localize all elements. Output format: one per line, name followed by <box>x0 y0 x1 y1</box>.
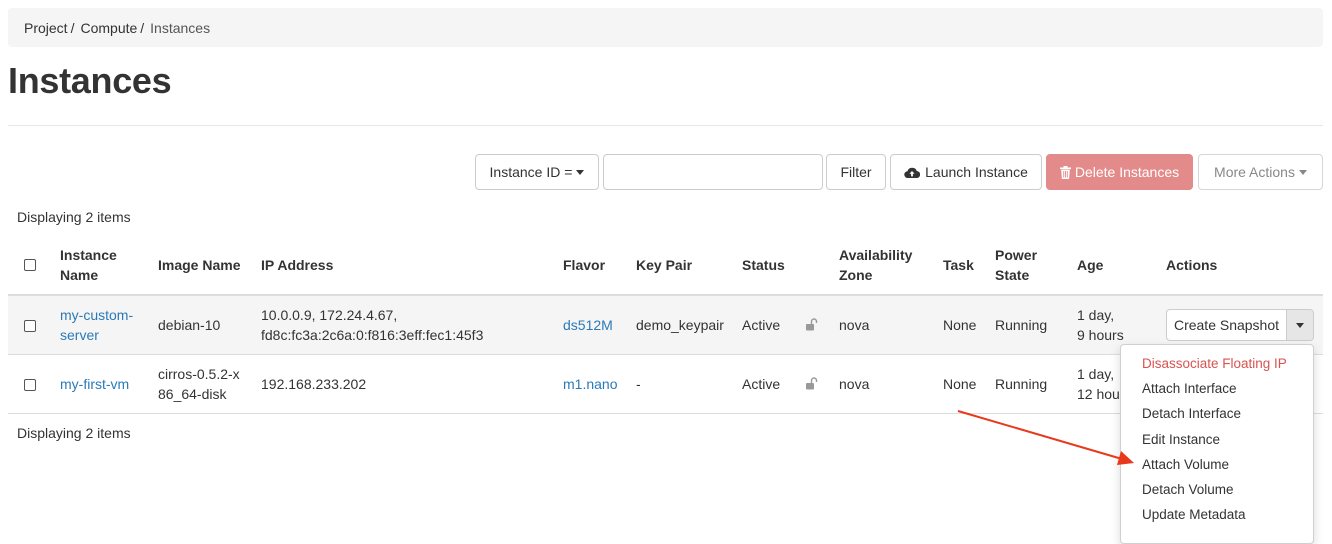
menu-item-attach-interface[interactable]: Attach Interface <box>1121 376 1313 401</box>
ip-text: fd8c:fc3a:2c6a:0:f816:3eff:fec1:45f3 <box>261 327 484 343</box>
header-actions: Actions <box>1166 257 1218 273</box>
filter-search-input[interactable] <box>603 154 823 190</box>
display-count-top: Displaying 2 items <box>17 209 131 225</box>
page-title: Instances <box>8 60 172 101</box>
header-text: State <box>995 267 1030 283</box>
status-cell: Active <box>742 376 781 392</box>
more-actions-button[interactable]: More Actions <box>1198 154 1323 190</box>
header-instance-name[interactable]: Instance Name <box>60 245 117 285</box>
trash-icon <box>1059 165 1071 179</box>
filter-field-label: Instance ID = <box>489 164 573 180</box>
image-name-cell: debian-10 <box>158 317 221 333</box>
row-actions-dropdown-toggle[interactable] <box>1287 310 1313 340</box>
flavor-link[interactable]: ds512M <box>563 315 613 335</box>
row-checkbox[interactable] <box>24 379 36 391</box>
age-text: 1 day, <box>1077 366 1115 382</box>
breadcrumb-instances: Instances <box>150 19 211 36</box>
header-key-pair[interactable]: Key Pair <box>636 255 692 275</box>
key-pair-cell: demo_keypair <box>636 317 724 333</box>
filter-button[interactable]: Filter <box>826 154 886 190</box>
instance-name-text: my-custom- <box>60 307 134 323</box>
breadcrumb-separator: / <box>140 19 145 36</box>
unlock-icon <box>806 318 818 331</box>
age-cell: 1 day, 12 hou <box>1077 364 1120 404</box>
task-cell: None <box>943 376 977 392</box>
menu-item-detach-interface[interactable]: Detach Interface <box>1121 401 1313 426</box>
header-text: Name <box>60 267 99 283</box>
header-flavor[interactable]: Flavor <box>563 255 605 275</box>
flavor-link[interactable]: m1.nano <box>563 374 617 394</box>
header-task[interactable]: Task <box>943 255 974 275</box>
availability-zone-cell: nova <box>839 376 870 392</box>
power-state-cell: Running <box>995 317 1048 333</box>
delete-instances-label: Delete Instances <box>1074 164 1180 180</box>
instance-name-link[interactable]: my-first-vm <box>60 374 129 394</box>
breadcrumb-separator: / <box>70 19 75 36</box>
status-cell: Active <box>742 317 781 333</box>
header-text: Zone <box>839 267 873 283</box>
launch-instance-button[interactable]: Launch Instance <box>890 154 1042 190</box>
menu-item-detach-volume[interactable]: Detach Volume <box>1121 477 1313 502</box>
header-age[interactable]: Age <box>1077 255 1103 275</box>
header-text: Instance <box>60 247 117 263</box>
task-cell: None <box>943 317 977 333</box>
header-image-name[interactable]: Image Name <box>158 255 240 275</box>
header-text: Power <box>995 247 1038 263</box>
image-text: cirros-0.5.2-x <box>158 366 240 382</box>
menu-item-attach-volume[interactable]: Attach Volume <box>1121 452 1313 477</box>
caret-down-icon <box>576 169 585 175</box>
launch-instance-label: Launch Instance <box>925 164 1028 180</box>
delete-instances-button[interactable]: Delete Instances <box>1046 154 1193 190</box>
header-availability-zone[interactable]: Availability Zone <box>839 245 912 285</box>
breadcrumb: Project / Compute / Instances <box>8 8 1323 47</box>
ip-text: 10.0.0.9, 172.24.4.67, <box>261 307 398 323</box>
header-text: Availability <box>839 247 913 263</box>
caret-down-icon <box>1298 169 1307 175</box>
menu-item-edit-instance[interactable]: Edit Instance <box>1121 427 1313 452</box>
availability-zone-cell: nova <box>839 317 870 333</box>
image-text: 86_64-disk <box>158 386 227 402</box>
row-actions-split-button: Create Snapshot <box>1166 309 1314 341</box>
breadcrumb-compute[interactable]: Compute <box>80 20 137 36</box>
age-text: 1 day, <box>1077 307 1115 323</box>
age-text: 9 hours <box>1077 327 1124 343</box>
header-ip-address[interactable]: IP Address <box>261 255 333 275</box>
ip-address-cell: 192.168.233.202 <box>261 376 367 392</box>
title-divider <box>8 125 1323 126</box>
age-text: 12 hou <box>1077 386 1120 402</box>
display-count-bottom: Displaying 2 items <box>17 425 131 441</box>
caret-down-icon <box>1296 322 1304 328</box>
header-power-state[interactable]: Power State <box>995 245 1037 285</box>
header-status[interactable]: Status <box>742 255 785 275</box>
ip-address-cell: 10.0.0.9, 172.24.4.67, fd8c:fc3a:2c6a:0:… <box>261 305 483 345</box>
image-name-cell: cirros-0.5.2-x 86_64-disk <box>158 364 240 404</box>
filter-field-dropdown[interactable]: Instance ID = <box>475 154 599 190</box>
age-cell: 1 day, 9 hours <box>1077 305 1124 345</box>
select-all-checkbox[interactable] <box>24 259 36 271</box>
instance-name-link[interactable]: my-custom- server <box>60 305 133 345</box>
more-actions-label: More Actions <box>1214 164 1295 180</box>
menu-item-disassociate-floating-ip[interactable]: Disassociate Floating IP <box>1121 351 1313 376</box>
row-actions-menu: Disassociate Floating IP Attach Interfac… <box>1120 344 1314 544</box>
breadcrumb-project[interactable]: Project <box>24 20 68 36</box>
row-checkbox[interactable] <box>24 320 36 332</box>
cloud-upload-icon <box>904 167 921 178</box>
instance-name-text: server <box>60 327 99 343</box>
key-pair-cell: - <box>636 376 641 392</box>
create-snapshot-button[interactable]: Create Snapshot <box>1167 310 1287 340</box>
power-state-cell: Running <box>995 376 1048 392</box>
unlock-icon <box>806 377 818 390</box>
menu-item-update-metadata[interactable]: Update Metadata <box>1121 502 1313 527</box>
